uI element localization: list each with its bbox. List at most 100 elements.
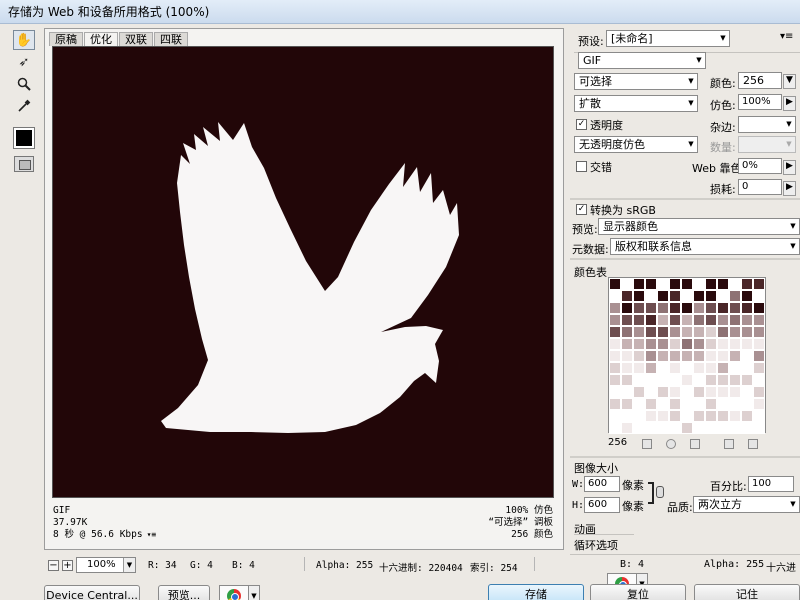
lock-color-icon[interactable] bbox=[690, 439, 700, 449]
color-swatch[interactable] bbox=[753, 374, 765, 386]
color-swatch[interactable] bbox=[693, 338, 705, 350]
color-swatch[interactable] bbox=[657, 314, 669, 326]
color-swatch[interactable] bbox=[645, 386, 657, 398]
color-swatch[interactable] bbox=[681, 350, 693, 362]
color-swatch[interactable] bbox=[705, 398, 717, 410]
color-swatch[interactable] bbox=[729, 350, 741, 362]
color-swatch[interactable] bbox=[645, 422, 657, 434]
color-swatch[interactable] bbox=[729, 302, 741, 314]
color-swatch[interactable] bbox=[741, 410, 753, 422]
color-swatch[interactable] bbox=[717, 410, 729, 422]
color-swatch[interactable] bbox=[729, 362, 741, 374]
color-swatch[interactable] bbox=[717, 350, 729, 362]
color-swatch[interactable] bbox=[705, 374, 717, 386]
color-swatch[interactable] bbox=[669, 290, 681, 302]
color-swatch[interactable] bbox=[657, 386, 669, 398]
color-swatch[interactable] bbox=[681, 278, 693, 290]
color-swatch[interactable] bbox=[621, 422, 633, 434]
color-swatch[interactable] bbox=[705, 278, 717, 290]
color-swatch[interactable] bbox=[753, 422, 765, 434]
color-swatch[interactable] bbox=[657, 422, 669, 434]
color-swatch[interactable] bbox=[657, 362, 669, 374]
color-swatch[interactable] bbox=[645, 374, 657, 386]
color-swatch[interactable] bbox=[717, 338, 729, 350]
color-swatch[interactable] bbox=[633, 374, 645, 386]
preset-select[interactable]: [未命名] ▼ bbox=[606, 30, 730, 47]
color-swatch[interactable] bbox=[753, 278, 765, 290]
color-swatch[interactable] bbox=[657, 326, 669, 338]
color-swatch[interactable] bbox=[621, 374, 633, 386]
color-swatch[interactable] bbox=[657, 302, 669, 314]
color-swatch[interactable] bbox=[681, 362, 693, 374]
color-swatch[interactable] bbox=[645, 314, 657, 326]
color-swatch[interactable] bbox=[609, 410, 621, 422]
color-swatch[interactable] bbox=[753, 398, 765, 410]
color-swatch[interactable] bbox=[705, 350, 717, 362]
color-swatch[interactable] bbox=[633, 302, 645, 314]
color-swatch[interactable] bbox=[609, 374, 621, 386]
color-swatch[interactable] bbox=[681, 302, 693, 314]
color-swatch[interactable] bbox=[705, 386, 717, 398]
colors-select[interactable]: 256 bbox=[738, 72, 782, 89]
color-swatch[interactable] bbox=[753, 410, 765, 422]
color-swatch[interactable] bbox=[705, 422, 717, 434]
color-swatch[interactable] bbox=[693, 314, 705, 326]
color-swatch[interactable] bbox=[693, 290, 705, 302]
color-swatch[interactable] bbox=[621, 362, 633, 374]
color-swatch[interactable] bbox=[729, 422, 741, 434]
color-swatch[interactable] bbox=[669, 398, 681, 410]
color-swatch[interactable] bbox=[633, 314, 645, 326]
color-swatch[interactable] bbox=[621, 290, 633, 302]
color-swatch[interactable] bbox=[669, 362, 681, 374]
color-swatch[interactable] bbox=[669, 350, 681, 362]
color-swatch[interactable] bbox=[669, 326, 681, 338]
color-swatch[interactable] bbox=[741, 302, 753, 314]
color-swatch[interactable] bbox=[753, 314, 765, 326]
map-to-transparent-icon[interactable] bbox=[642, 439, 652, 449]
color-swatch[interactable] bbox=[645, 290, 657, 302]
color-swatch[interactable] bbox=[609, 362, 621, 374]
web-snap-field[interactable]: 0% bbox=[738, 158, 782, 174]
color-swatch[interactable] bbox=[609, 302, 621, 314]
percent-field[interactable]: 100 bbox=[748, 476, 794, 492]
color-swatch[interactable] bbox=[621, 338, 633, 350]
preview-in-browser-button[interactable] bbox=[219, 585, 249, 600]
color-swatch[interactable] bbox=[717, 398, 729, 410]
color-swatch[interactable] bbox=[741, 338, 753, 350]
download-time-menu-icon[interactable]: ▾≡ bbox=[147, 529, 157, 541]
color-swatch[interactable] bbox=[657, 290, 669, 302]
color-swatch[interactable] bbox=[729, 338, 741, 350]
color-swatch[interactable] bbox=[717, 326, 729, 338]
optimized-image-preview[interactable] bbox=[52, 46, 554, 498]
color-swatch[interactable] bbox=[609, 350, 621, 362]
device-central-button[interactable]: Device Central... bbox=[44, 585, 140, 600]
color-swatch[interactable] bbox=[705, 338, 717, 350]
color-swatch[interactable] bbox=[621, 398, 633, 410]
color-swatch[interactable] bbox=[753, 338, 765, 350]
color-swatch[interactable] bbox=[741, 374, 753, 386]
color-swatch[interactable] bbox=[645, 278, 657, 290]
color-swatch[interactable] bbox=[741, 422, 753, 434]
color-swatch[interactable] bbox=[609, 398, 621, 410]
color-swatch[interactable] bbox=[681, 374, 693, 386]
color-swatch[interactable] bbox=[621, 314, 633, 326]
color-swatch[interactable] bbox=[621, 326, 633, 338]
color-swatch[interactable] bbox=[741, 326, 753, 338]
color-swatch[interactable] bbox=[729, 278, 741, 290]
lossy-slider-arrow[interactable]: ▶ bbox=[783, 181, 796, 196]
color-swatch[interactable] bbox=[741, 350, 753, 362]
color-swatch[interactable] bbox=[729, 410, 741, 422]
color-swatch[interactable] bbox=[645, 338, 657, 350]
color-swatch[interactable] bbox=[633, 290, 645, 302]
zoom-level-select[interactable]: 100% ▼ bbox=[76, 557, 136, 573]
color-swatch[interactable] bbox=[741, 314, 753, 326]
preview-mode-select[interactable]: 显示器颜色 ▼ bbox=[598, 218, 800, 235]
color-swatch[interactable] bbox=[693, 302, 705, 314]
color-swatch[interactable] bbox=[657, 374, 669, 386]
web-snap-slider-arrow[interactable]: ▶ bbox=[783, 160, 796, 175]
color-swatch[interactable] bbox=[693, 278, 705, 290]
color-swatch[interactable] bbox=[633, 386, 645, 398]
color-swatch[interactable] bbox=[717, 374, 729, 386]
convert-srgb-checkbox[interactable]: ✓ bbox=[576, 204, 587, 215]
color-swatch[interactable] bbox=[753, 290, 765, 302]
